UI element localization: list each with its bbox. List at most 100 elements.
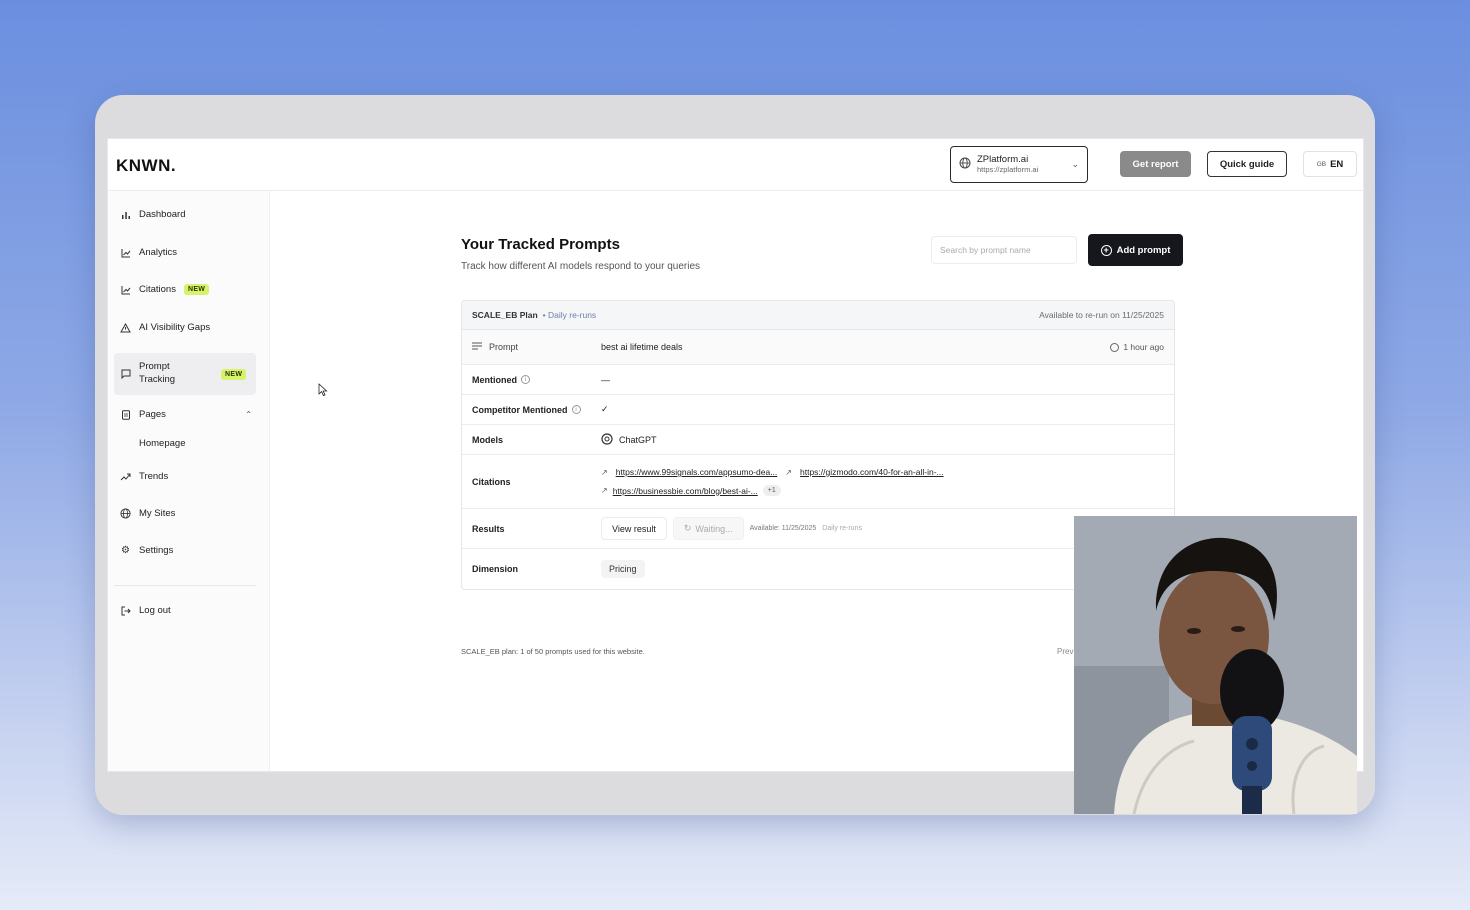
models-label: Models [472,434,504,445]
external-link-icon: ↗ [601,486,608,495]
sidebar-item-trends[interactable]: Trends [114,471,256,482]
competitor-label: Competitor Mentioned [472,404,568,415]
mouse-cursor-icon [318,383,328,397]
search-input[interactable] [931,236,1077,264]
waiting-label: Waiting... [695,523,733,534]
sidebar-item-logout[interactable]: Log out [114,605,256,616]
presenter-video [1074,516,1357,814]
sidebar-item-prompt-tracking[interactable]: Prompt Tracking NEW [114,353,256,395]
sidebar-item-label: Analytics [139,247,178,258]
sidebar-item-label: Prompt Tracking [139,361,176,385]
add-prompt-label: Add prompt [1116,244,1171,256]
sidebar-item-citations[interactable]: Citations NEW [114,284,256,295]
new-badge: NEW [221,368,247,380]
get-report-button[interactable]: Get report [1120,151,1191,177]
more-citations-badge[interactable]: +1 [762,485,781,496]
sidebar-item-label: Settings [139,545,174,556]
sidebar-item-label: Dashboard [139,209,186,220]
chevron-down-icon: ⌄ [1071,159,1079,169]
chevron-up-icon: ⌃ [245,410,252,419]
citation-link[interactable]: https://businessbie.com/blog/best-ai-... [613,486,758,496]
plan-runs: • Daily re-runs [542,310,597,320]
sidebar-item-label: AI Visibility Gaps [139,322,211,333]
globe-icon [959,156,971,174]
citation-link[interactable]: https://gizmodo.com/40-for-an-all-in-... [800,467,944,477]
site-selector[interactable]: ZPlatform.ai https://zplatform.ai ⌄ [950,146,1088,183]
card-header: SCALE_EB Plan • Daily re-runs Available … [462,301,1174,330]
language-selector[interactable]: GB EN [1303,151,1357,177]
dimension-chip: Pricing [601,559,645,578]
top-bar: KNWN. ZPlatform.ai https://zplatform.ai … [108,139,1363,191]
waiting-button[interactable]: ↻ Waiting... [672,517,744,540]
page-title: Your Tracked Prompts [461,236,620,253]
line-chart-icon [120,247,131,258]
site-url: https://zplatform.ai [977,164,1039,174]
results-available: Available: 11/25/2025 [749,525,817,532]
sidebar-divider [114,585,256,586]
view-result-button[interactable]: View result [601,517,667,540]
plan-name: SCALE_EB Plan [472,310,538,320]
info-icon[interactable]: i [521,375,530,384]
citation-link[interactable]: https://www.99signals.com/appsumo-dea... [616,467,778,477]
prev-page-button[interactable]: Prev [1057,647,1073,656]
quick-guide-button[interactable]: Quick guide [1207,151,1287,177]
mentioned-row: Mentioned i — [462,365,1174,395]
prompt-card: SCALE_EB Plan • Daily re-runs Available … [461,300,1175,590]
citations-label: Citations [472,476,511,487]
sidebar-item-settings[interactable]: ⚙ Settings [114,545,256,556]
sidebar-item-label: Trends [139,471,169,482]
language-code: EN [1330,158,1344,170]
dimension-row: Dimension Pricing [462,549,1174,588]
page-subtitle: Track how different AI models respond to… [461,261,701,272]
prompt-text: best ai lifetime deals [601,342,683,352]
globe-icon [120,508,131,519]
external-link-icon: ↗ [785,467,792,477]
chat-bubble-icon [120,369,131,380]
mentioned-label: Mentioned [472,374,517,385]
gear-icon: ⚙ [121,545,130,556]
line-chart-icon [120,284,131,295]
prompt-row: Prompt best ai lifetime deals 1 hour ago [462,330,1174,365]
rerun-availability: Available to re-run on 11/25/2025 [1039,310,1164,320]
results-label: Results [472,523,505,534]
sidebar-item-label: Citations [139,284,176,295]
trending-up-icon [120,471,131,482]
warning-triangle-icon [120,322,131,333]
new-badge: NEW [183,284,210,295]
sidebar-item-analytics[interactable]: Analytics [114,247,256,258]
results-runs: Daily re-runs [822,525,862,532]
mentioned-value: — [601,374,610,385]
sidebar: Dashboard Analytics Citations NEW AI Vis… [108,191,270,771]
results-row: Results View result ↻ Waiting... Availab… [462,509,1174,549]
flag-icon: GB [1316,160,1327,168]
models-row: Models ChatGPT [462,425,1174,455]
clock-icon [1110,342,1120,352]
sidebar-item-pages[interactable]: Pages ⌃ [114,409,256,420]
prompt-time-text: 1 hour ago [1123,342,1164,352]
menu-lines-icon [472,342,482,352]
chatgpt-icon [601,432,613,447]
model-name: ChatGPT [619,434,657,445]
sidebar-item-label: Pages [139,409,166,420]
webcam-overlay [1074,516,1357,814]
refresh-icon: ↻ [683,523,692,533]
app-logo[interactable]: KNWN. [116,156,176,176]
sidebar-item-label: Log out [139,605,171,616]
sidebar-item-label: My Sites [139,508,176,519]
prompt-label: Prompt [489,342,519,352]
sidebar-item-ai-visibility-gaps[interactable]: AI Visibility Gaps [114,322,256,333]
external-link-icon: ↗ [601,467,608,477]
plan-usage-note: SCALE_EB plan: 1 of 50 prompts used for … [461,647,645,656]
sidebar-item-homepage[interactable]: Homepage [139,438,185,449]
add-prompt-button[interactable]: + Add prompt [1088,234,1183,266]
document-icon [120,409,131,420]
checkmark-icon: ✓ [601,404,609,414]
sidebar-item-dashboard[interactable]: Dashboard [114,209,256,220]
bar-chart-icon [120,209,131,220]
dimension-label: Dimension [472,563,519,574]
sidebar-item-my-sites[interactable]: My Sites [114,508,256,519]
info-icon[interactable]: i [571,405,581,414]
citations-row: Citations ↗ https://www.99signals.com/ap… [462,455,1174,509]
plus-circle-icon: + [1100,244,1112,256]
prompt-time: 1 hour ago [1110,342,1164,352]
